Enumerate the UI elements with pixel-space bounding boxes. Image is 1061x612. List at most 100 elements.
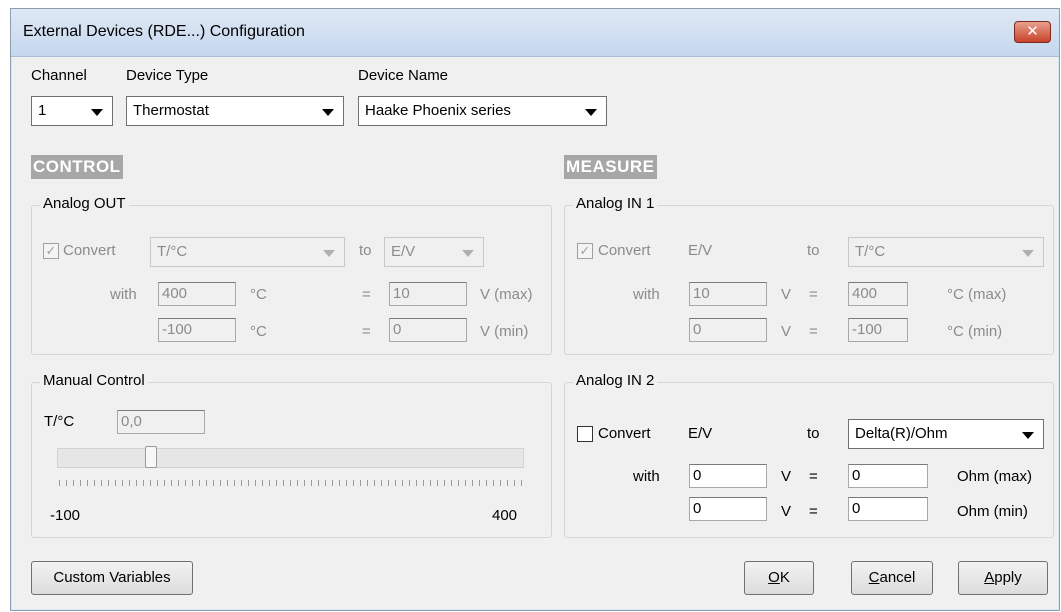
- apply-button[interactable]: Apply: [958, 561, 1048, 595]
- channel-label: Channel: [31, 67, 87, 84]
- analog-in2-to-select[interactable]: Delta(R)/Ohm: [848, 419, 1044, 449]
- manual-control-group: Manual Control T/°C 0,0 -100 400: [31, 372, 552, 538]
- temperature-label: T/°C: [44, 413, 75, 430]
- manual-control-title: Manual Control: [40, 372, 148, 389]
- analog-out-convert-checkbox[interactable]: ✓: [43, 243, 59, 259]
- equals-label: =: [809, 323, 818, 340]
- temperature-input[interactable]: 0,0: [117, 410, 205, 434]
- analog-in2-max-input[interactable]: 0: [848, 464, 928, 488]
- unit-label: Ohm (min): [957, 503, 1028, 520]
- equals-label: =: [809, 468, 818, 485]
- analog-in2-convert-label: Convert: [598, 425, 651, 442]
- equals-label: =: [809, 503, 818, 520]
- window-title: External Devices (RDE...) Configuration: [23, 23, 305, 40]
- analog-in1-from-label: E/V: [688, 242, 713, 259]
- analog-in1-max-input[interactable]: 400: [848, 282, 908, 306]
- chevron-down-icon: [322, 109, 334, 116]
- chevron-down-icon: [585, 109, 597, 116]
- analog-in2-title: Analog IN 2: [573, 372, 658, 389]
- analog-out-convert-label: Convert: [63, 242, 116, 259]
- analog-in2-with-label: with: [633, 468, 660, 485]
- analog-in2-convert-checkbox[interactable]: [577, 426, 593, 442]
- config-dialog: External Devices (RDE...) Configuration …: [10, 8, 1060, 611]
- temperature-slider-thumb[interactable]: [145, 446, 157, 468]
- ok-label: K: [779, 569, 790, 586]
- analog-in1-min-input[interactable]: -100: [848, 318, 908, 342]
- unit-label: V: [781, 286, 792, 303]
- channel-select[interactable]: 1: [31, 96, 113, 126]
- device-name-label: Device Name: [358, 67, 449, 84]
- device-type-select[interactable]: Thermostat: [126, 96, 344, 126]
- device-type-value: Thermostat: [133, 102, 209, 119]
- close-button[interactable]: ✕: [1014, 21, 1051, 43]
- device-name-select[interactable]: Haake Phoenix series: [358, 96, 607, 126]
- analog-in2-from-label: E/V: [688, 425, 713, 442]
- unit-label: Ohm (max): [957, 468, 1032, 485]
- analog-in2-vmax-input[interactable]: 0: [689, 464, 767, 488]
- control-heading: CONTROL: [31, 155, 123, 179]
- device-name-value: Haake Phoenix series: [365, 102, 511, 119]
- analog-in2-to-value: Delta(R)/Ohm: [855, 425, 948, 442]
- channel-value: 1: [38, 102, 47, 119]
- device-type-label: Device Type: [126, 67, 209, 84]
- analog-in1-vmax-input[interactable]: 10: [689, 282, 767, 306]
- equals-label: =: [362, 286, 371, 303]
- chevron-down-icon: [462, 250, 474, 257]
- custom-variables-button[interactable]: Custom Variables: [31, 561, 193, 595]
- equals-label: =: [809, 286, 818, 303]
- unit-label: V: [781, 503, 792, 520]
- analog-out-with-label: with: [110, 286, 137, 303]
- analog-out-to-value: E/V: [391, 243, 416, 260]
- unit-label: °C (max): [947, 286, 1007, 303]
- analog-out-to-label: to: [359, 242, 372, 259]
- analog-in2-min-input[interactable]: 0: [848, 497, 928, 521]
- analog-out-from-value: T/°C: [157, 243, 188, 260]
- unit-label: V (min): [480, 323, 529, 340]
- check-icon: ✓: [45, 243, 57, 258]
- unit-label: °C: [250, 323, 267, 340]
- apply-label: pply: [994, 569, 1022, 586]
- analog-in2-group: Analog IN 2 Convert E/V to Delta(R)/Ohm …: [564, 372, 1054, 538]
- analog-out-from-select[interactable]: T/°C: [150, 237, 345, 267]
- analog-in1-group: Analog IN 1 ✓ Convert E/V to T/°C with 1…: [564, 195, 1054, 355]
- equals-label: =: [362, 323, 371, 340]
- ok-accel: O: [768, 569, 780, 586]
- slider-ticks: [59, 480, 523, 486]
- analog-in1-to-value: T/°C: [855, 243, 886, 260]
- analog-out-title: Analog OUT: [40, 195, 129, 212]
- chevron-down-icon: [1022, 432, 1034, 439]
- analog-in1-convert-checkbox[interactable]: ✓: [577, 243, 593, 259]
- title-bar[interactable]: External Devices (RDE...) Configuration …: [11, 9, 1059, 57]
- analog-in1-to-label: to: [807, 242, 820, 259]
- temperature-slider-track[interactable]: [57, 448, 524, 468]
- chevron-down-icon: [1022, 250, 1034, 257]
- analog-in1-with-label: with: [633, 286, 660, 303]
- analog-out-vmax-input[interactable]: 10: [389, 282, 467, 306]
- unit-label: °C: [250, 286, 267, 303]
- analog-in1-title: Analog IN 1: [573, 195, 658, 212]
- unit-label: V: [781, 468, 792, 485]
- chevron-down-icon: [323, 250, 335, 257]
- unit-label: V (max): [480, 286, 533, 303]
- unit-label: °C (min): [947, 323, 1003, 340]
- analog-in2-to-label: to: [807, 425, 820, 442]
- cancel-label: ancel: [879, 569, 916, 586]
- chevron-down-icon: [91, 109, 103, 116]
- analog-in1-to-select[interactable]: T/°C: [848, 237, 1044, 267]
- slider-max-label: 400: [492, 507, 518, 524]
- slider-min-label: -100: [50, 507, 81, 524]
- analog-in1-convert-label: Convert: [598, 242, 651, 259]
- analog-out-max-input[interactable]: 400: [158, 282, 236, 306]
- unit-label: V: [781, 323, 792, 340]
- analog-in1-vmin-input[interactable]: 0: [689, 318, 767, 342]
- analog-out-to-select[interactable]: E/V: [384, 237, 484, 267]
- cancel-button[interactable]: Cancel: [851, 561, 933, 595]
- analog-in2-vmin-input[interactable]: 0: [689, 497, 767, 521]
- cancel-accel: C: [868, 569, 880, 586]
- check-icon: ✓: [579, 243, 591, 258]
- measure-heading: MEASURE: [564, 155, 657, 179]
- analog-out-vmin-input[interactable]: 0: [389, 318, 467, 342]
- analog-out-min-input[interactable]: -100: [158, 318, 236, 342]
- ok-button[interactable]: OK: [744, 561, 814, 595]
- apply-accel: A: [984, 569, 995, 586]
